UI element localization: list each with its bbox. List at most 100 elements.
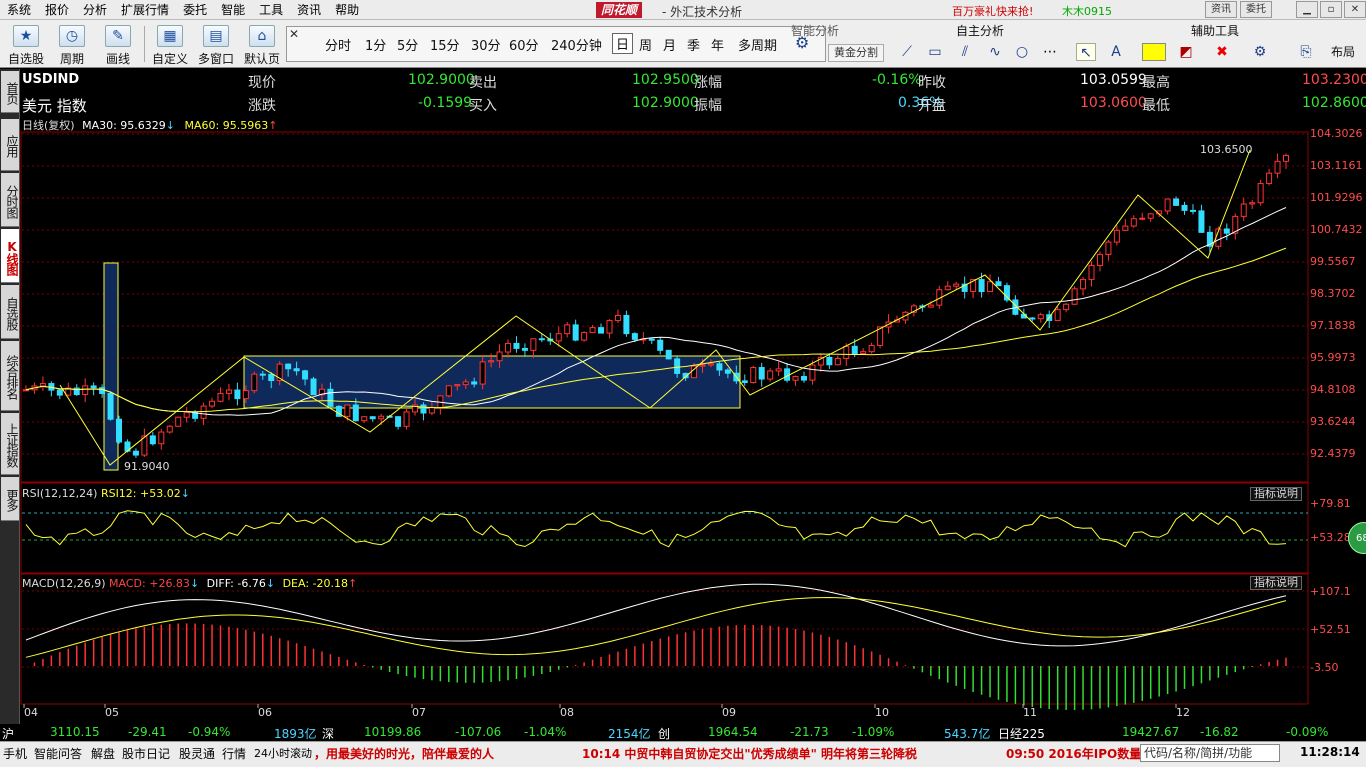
x-tick: 07 [412,706,426,719]
candle-body [741,380,748,384]
candle-body [454,384,461,387]
kline-header: 日线(复权) MA30: 95.6329↓ MA60: 95.5963↑ [22,117,277,133]
news-ticker-2[interactable]: 10:14 中贸中韩自贸协定交出"优秀成绩单" 明年将第三轮降税 [582,745,917,762]
candle-body [648,338,655,341]
candle-body [369,416,376,420]
macd-panel-border [20,573,1309,705]
macd-help-button[interactable]: 指标说明 [1250,576,1302,590]
candle-body [623,314,630,335]
x-tick: 06 [258,706,272,719]
candle-body [784,368,791,381]
candle-body [800,376,807,381]
candle-body [1249,202,1256,205]
candle-body [259,373,266,376]
bottom-24h-scroll[interactable]: 24小时滚动 [254,745,312,761]
candle-body [107,392,114,420]
candle-body [200,405,207,419]
candle-body [851,345,858,355]
bottom-quote[interactable]: 行情 [222,745,246,762]
candle-body [555,333,562,342]
candle-body [344,404,351,417]
index-status-bar: 沪 3110.15 -29.41 -0.94% 1893亿 深 10199.86… [0,724,1366,741]
candle-body [132,450,139,456]
dea-up-arrow-icon: ↑ [347,577,358,590]
candle-body [395,416,402,427]
candle-body [1139,217,1146,220]
user-rect-range [243,355,741,409]
candle-body [1147,213,1154,219]
candle-body [403,411,410,427]
price-tick: 93.6244 [1310,415,1356,428]
candle-body [598,327,605,334]
macd-down-arrow-icon: ↓ [189,577,200,590]
price-tick: 101.9296 [1310,191,1363,204]
candle-body [716,363,723,371]
bottom-stock-alert[interactable]: 股灵通 [179,745,215,762]
ma60-up-arrow-icon: ↑ [268,119,278,132]
dea-value: DEA: -20.18 [282,577,348,590]
cy-pct: -1.09% [852,725,895,739]
macd-tick: -3.50 [1310,661,1339,674]
price-tick: 98.3702 [1310,287,1356,300]
diff-down-arrow-icon: ↓ [265,577,276,590]
bottom-commentary[interactable]: 解盘 [91,745,115,762]
candle-body [750,367,757,384]
low-marker-label: 91.9040 [124,460,170,473]
bottom-smart-qa[interactable]: 智能问答 [34,745,82,762]
user-rect-low [103,262,119,471]
bottom-bar: 手机 智能问答 解盘 股市日记 股灵通 行情 24小时滚动 ，用最美好的时光，陪… [0,741,1366,767]
x-tick: 12 [1176,706,1190,719]
kline-panel-border [20,131,1309,483]
candle-body [944,285,951,291]
x-tick: 09 [722,706,736,719]
candle-body [1240,203,1247,217]
rsi-help-button[interactable]: 指标说明 [1250,487,1302,501]
candle-body [953,283,960,287]
candle-body [488,360,495,363]
candle-body [268,373,275,382]
candle-body [758,367,765,380]
candle-body [285,363,292,370]
candle-body [1096,253,1103,266]
candle-body [175,416,182,427]
candle-body [23,389,29,392]
candle-body [496,351,503,362]
candle-body [581,332,588,341]
candle-body [56,389,63,396]
bottom-mobile[interactable]: 手机 [3,745,27,762]
candle-body [513,342,520,349]
news-ticker-3[interactable]: 09:50 2016年IPO数量 [1006,745,1141,762]
candle-body [39,383,46,387]
x-tick: 11 [1023,706,1037,719]
candle-body [1257,182,1264,204]
nk-label: 日经225 [998,727,1045,741]
candle-body [572,324,579,341]
ma60-label: MA60: 95.5963 [184,119,269,132]
candle-body [90,385,97,389]
x-tick: 10 [875,706,889,719]
macd-header: MACD(12,26,9) MACD: +26.83↓ DIFF: -6.76↓… [22,577,357,590]
cy-value: 1964.54 [708,725,758,739]
candle-body [302,370,309,380]
candle-body [420,404,427,414]
candle-body [530,338,537,351]
candle-body [1071,288,1078,305]
price-tick: 94.8108 [1310,383,1356,396]
bottom-diary[interactable]: 股市日记 [122,745,170,762]
candle-body [217,392,224,402]
kline-chart-canvas[interactable] [0,0,1366,767]
candle-body [352,404,359,422]
rsi-panel-border [20,482,1309,574]
rsi-down-arrow-icon: ↓ [180,487,190,500]
candle-body [1198,210,1205,233]
candle-body [1122,225,1129,231]
candle-body [1105,241,1112,255]
candle-body [361,416,368,422]
sh-change: -29.41 [128,725,167,739]
news-ticker-1[interactable]: ，用最美好的时光，陪伴最爱的人 [314,745,494,762]
candle-body [1274,160,1281,174]
candle-body [1088,264,1095,280]
search-input[interactable]: 代码/名称/简拼/功能 [1140,744,1280,762]
candle-body [471,381,478,385]
candle-body [462,381,469,386]
